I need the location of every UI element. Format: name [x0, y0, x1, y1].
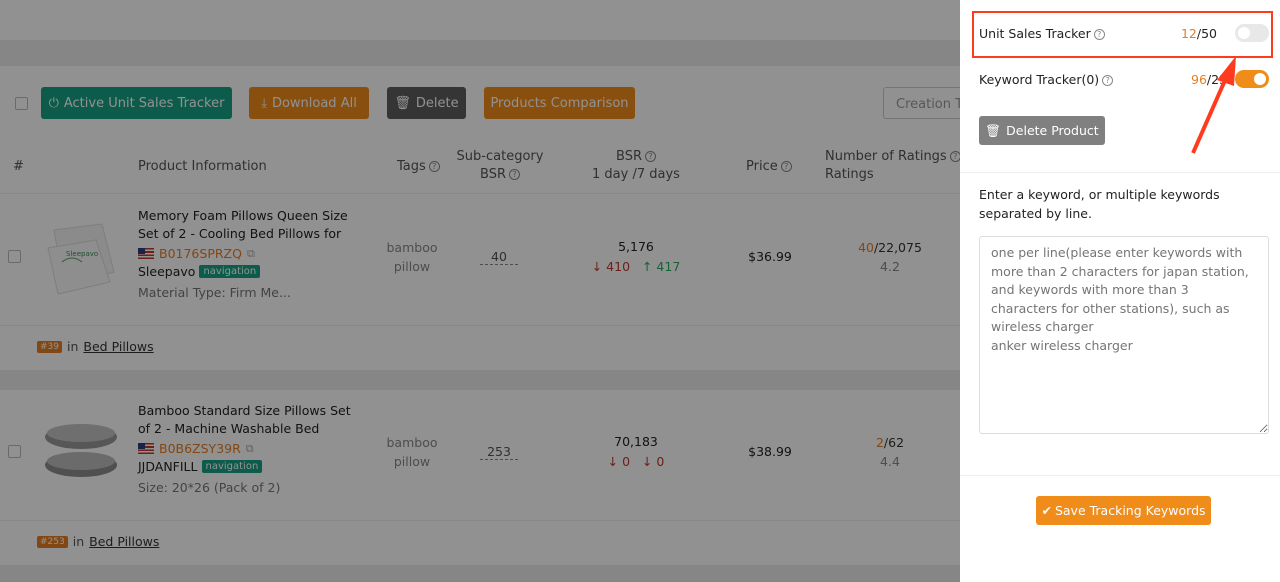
- tracking-drawer: Unit Sales Tracker? 12/50 Keyword Tracke…: [960, 0, 1280, 582]
- checkmark-icon: ✔: [1041, 503, 1052, 518]
- keyword-tracker-count: 96/250: [1191, 72, 1235, 87]
- delete-product-label: Delete Product: [1006, 123, 1099, 138]
- keyword-tracker-row: Keyword Tracker(0)? 96/250: [979, 70, 1269, 88]
- keyword-tracker-toggle[interactable]: [1235, 70, 1269, 88]
- product-list-page: ⏻ Active Unit Sales Tracker ⤓ Download A…: [0, 0, 960, 582]
- divider: [960, 172, 1280, 173]
- keyword-used: 96: [1191, 71, 1207, 87]
- keyword-total: /250: [1206, 71, 1235, 87]
- delete-product-button[interactable]: 🗑 Delete Product: [979, 116, 1105, 145]
- keyword-tracker-text: Keyword Tracker(0): [979, 71, 1100, 87]
- keywords-input[interactable]: [979, 236, 1269, 434]
- help-icon[interactable]: ?: [1102, 74, 1114, 86]
- divider: [960, 475, 1280, 476]
- modal-backdrop[interactable]: [0, 0, 960, 582]
- toggle-knob: [1254, 73, 1266, 85]
- save-tracking-keywords-label: Save Tracking Keywords: [1054, 503, 1206, 518]
- trash-icon: 🗑: [985, 122, 1002, 138]
- keyword-tracker-label: Keyword Tracker(0)?: [979, 72, 1191, 87]
- highlight-box: [972, 11, 1273, 58]
- save-tracking-keywords-button[interactable]: ✔ Save Tracking Keywords: [1036, 496, 1211, 525]
- keyword-instructions: Enter a keyword, or multiple keywords se…: [979, 187, 1220, 221]
